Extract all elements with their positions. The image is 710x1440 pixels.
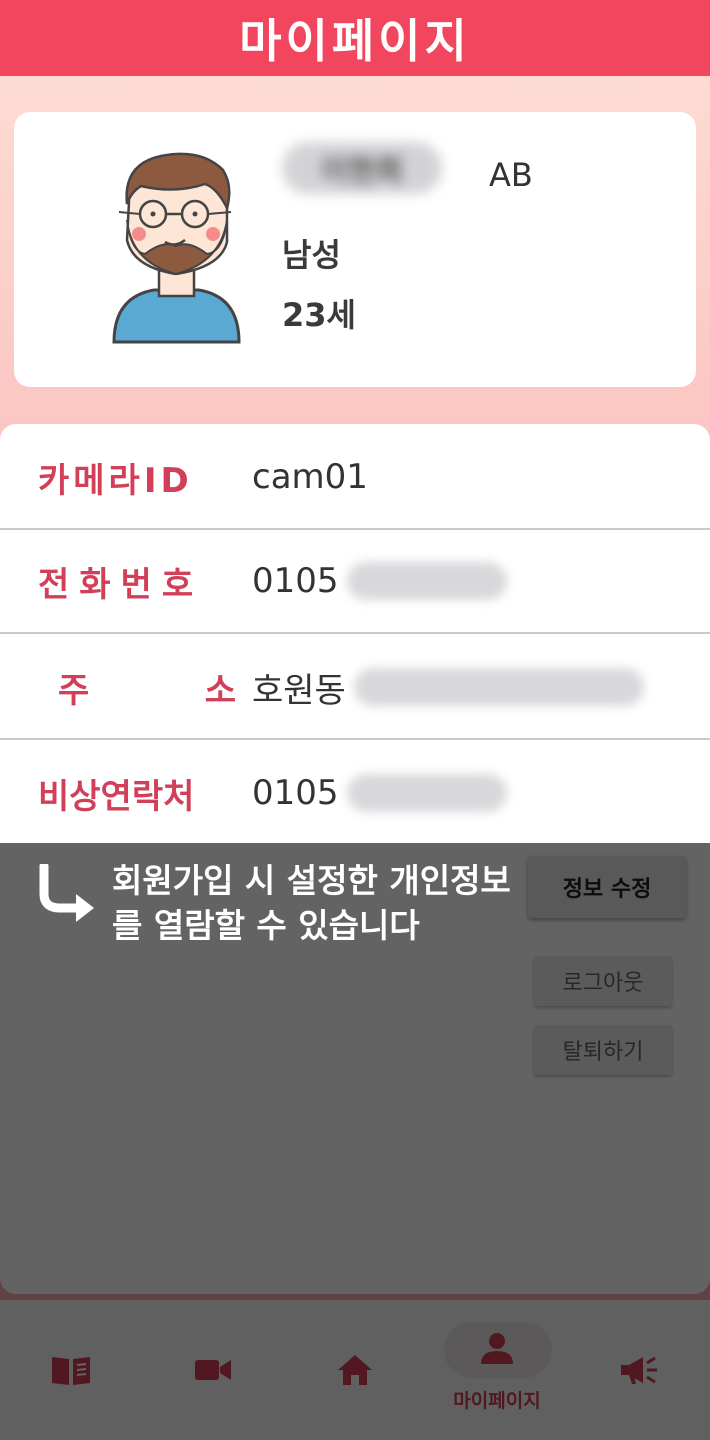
info-label: 비상연락처	[38, 776, 195, 817]
redacted-phone	[346, 562, 507, 600]
info-value: cam01	[252, 457, 368, 497]
page-title: 마이페이지	[239, 14, 471, 68]
info-row-address: 주 소 호원동	[0, 634, 710, 740]
info-label: 전화번호	[38, 564, 204, 605]
blood-type: AB	[489, 156, 533, 194]
avatar	[112, 152, 241, 344]
home-icon	[338, 1355, 372, 1385]
nav-item-camera[interactable]	[142, 1300, 284, 1440]
info-row-camera-id: 카메라ID cam01	[0, 424, 710, 530]
bottom-nav: 마이페이지	[0, 1300, 710, 1440]
gender: 남성	[282, 236, 341, 274]
profile-name: 이현희	[282, 142, 442, 194]
age: 23세	[282, 296, 356, 334]
info-value: 0105	[252, 528, 507, 634]
info-row-phone: 전화번호 0105	[0, 528, 710, 634]
megaphone-icon	[621, 1356, 657, 1384]
nav-item-book[interactable]	[0, 1300, 142, 1440]
tutorial-tooltip-text: 회원가입 시 설정한 개인정보를 열람할 수 있습니다	[112, 861, 511, 945]
redacted-emergency	[346, 774, 507, 812]
redacted-address	[353, 668, 644, 706]
edit-info-button[interactable]: 정보 수정	[528, 856, 686, 918]
info-label: 카메라ID	[38, 460, 193, 501]
book-icon	[52, 1357, 90, 1385]
nav-item-notice[interactable]	[568, 1300, 710, 1440]
info-label: 주 소	[58, 670, 257, 711]
video-camera-icon	[195, 1360, 231, 1380]
app-header: 마이페이지	[0, 0, 710, 76]
profile-card: 이현희 AB 남성 23세	[14, 112, 696, 387]
curved-arrow-icon	[39, 864, 94, 922]
emergency-prefix: 0105	[252, 773, 339, 813]
person-icon	[481, 1333, 513, 1364]
address-prefix: 호원동	[252, 670, 346, 711]
logout-button[interactable]: 로그아웃	[534, 956, 672, 1006]
nav-item-home[interactable]	[284, 1300, 426, 1440]
withdraw-button[interactable]: 탈퇴하기	[534, 1025, 672, 1075]
info-row-emergency: 비상연락처 0105	[0, 740, 710, 846]
nav-item-mypage[interactable]: 마이페이지	[426, 1300, 568, 1440]
phone-prefix: 0105	[252, 561, 339, 601]
nav-label-mypage: 마이페이지	[453, 1390, 541, 1412]
info-value: 호원동	[252, 634, 644, 740]
info-value: 0105	[252, 740, 507, 846]
